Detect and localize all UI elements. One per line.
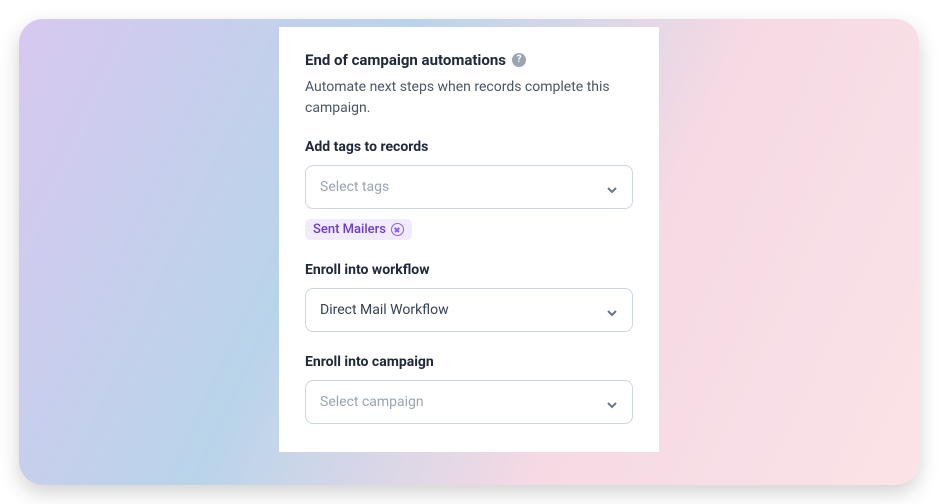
field-enroll-workflow: Enroll into workflow Direct Mail Workflo… (305, 262, 633, 332)
selected-tags-row: Sent Mailers (305, 219, 633, 240)
chevron-down-icon (606, 304, 618, 316)
workflow-select[interactable]: Direct Mail Workflow (305, 288, 633, 332)
tag-sent-mailers: Sent Mailers (305, 219, 412, 240)
help-icon[interactable]: ? (512, 53, 526, 67)
automations-card: End of campaign automations ? Automate n… (279, 27, 659, 452)
tags-select[interactable]: Select tags (305, 165, 633, 209)
card-description: Automate next steps when records complet… (305, 77, 633, 119)
campaign-select-placeholder: Select campaign (320, 394, 424, 410)
chevron-down-icon (606, 396, 618, 408)
field-label-tags: Add tags to records (305, 139, 633, 155)
campaign-select[interactable]: Select campaign (305, 380, 633, 424)
tag-remove-icon[interactable] (391, 223, 404, 236)
card-title: End of campaign automations (305, 51, 506, 69)
chevron-down-icon (606, 181, 618, 193)
field-label-workflow: Enroll into workflow (305, 262, 633, 278)
card-header: End of campaign automations ? (305, 51, 633, 69)
field-add-tags: Add tags to records Select tags Sent Mai… (305, 139, 633, 240)
field-label-campaign: Enroll into campaign (305, 354, 633, 370)
field-enroll-campaign: Enroll into campaign Select campaign (305, 354, 633, 424)
workflow-select-value: Direct Mail Workflow (320, 302, 449, 318)
gradient-backdrop: End of campaign automations ? Automate n… (19, 19, 919, 485)
tag-label: Sent Mailers (313, 222, 386, 237)
tags-select-placeholder: Select tags (320, 179, 389, 195)
